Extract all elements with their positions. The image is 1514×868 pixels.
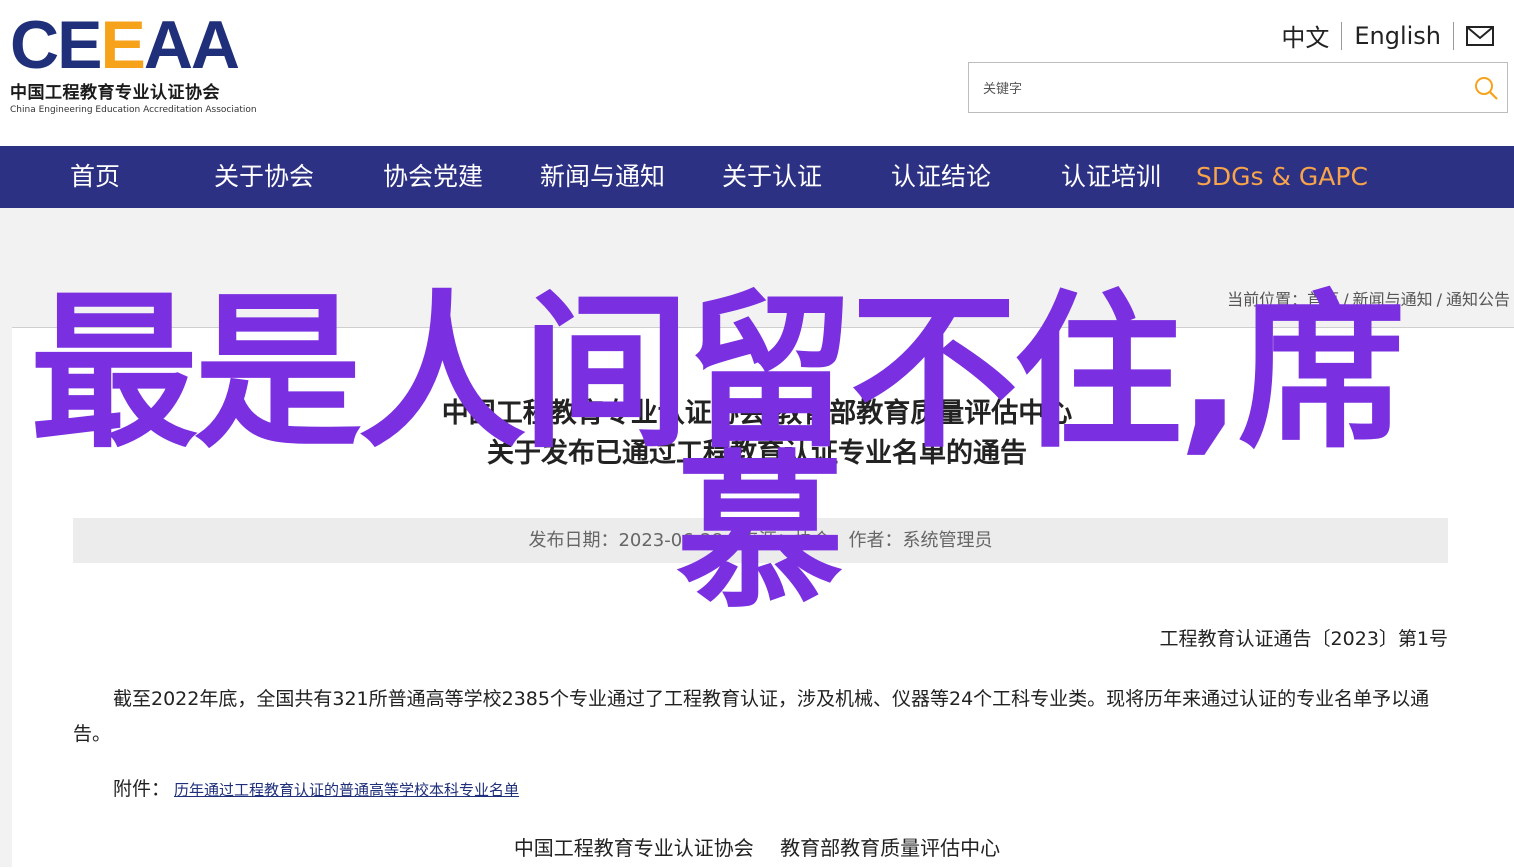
search-icon[interactable] — [1473, 75, 1499, 101]
site-logo[interactable]: CEEAA 中国工程教育专业认证协会 China Engineering Edu… — [10, 7, 270, 115]
logo-mark: CEEAA — [10, 7, 240, 83]
nav-item-home[interactable]: 首页 — [70, 146, 120, 208]
main-nav: 首页 关于协会 协会党建 新闻与通知 关于认证 认证结论 认证培训 SDGs &… — [0, 146, 1514, 208]
article-paragraph: 截至2022年底，全国共有321所普通高等学校2385个专业通过了工程教育认证，… — [73, 688, 1430, 745]
nav-item-results[interactable]: 认证结论 — [891, 146, 991, 208]
attachment-link[interactable]: 历年通过工程教育认证的普通高等学校本科专业名单 — [174, 781, 519, 799]
lang-english-link[interactable]: English — [1354, 22, 1441, 50]
article-signature: 中国工程教育专业认证协会 教育部教育质量评估中心 — [0, 832, 1514, 861]
attachment: 附件： 历年通过工程教育认证的普通高等学校本科专业名单 — [113, 774, 519, 801]
mail-icon[interactable] — [1466, 25, 1494, 47]
site-header: CEEAA 中国工程教育专业认证协会 China Engineering Edu… — [0, 0, 1514, 146]
language-bar: 中文 English — [1281, 18, 1494, 53]
search-box — [968, 62, 1508, 113]
breadcrumb-sep: / — [1436, 290, 1442, 309]
overlay-text-line2: 慕 — [676, 435, 844, 631]
nav-item-training[interactable]: 认证培训 — [1061, 146, 1161, 208]
article-author: 作者：系统管理员 — [848, 530, 993, 551]
search-input[interactable] — [981, 73, 1465, 105]
signature-org1: 中国工程教育专业认证协会 — [513, 836, 754, 860]
nav-item-accreditation[interactable]: 关于认证 — [722, 146, 822, 208]
divider — [1341, 21, 1343, 50]
logo-name-en: China Engineering Education Accreditatio… — [10, 105, 257, 115]
nav-item-party[interactable]: 协会党建 — [383, 146, 483, 208]
lang-chinese-link[interactable]: 中文 — [1281, 18, 1329, 53]
signature-org2: 教育部教育质量评估中心 — [780, 836, 1001, 860]
attachment-label: 附件： — [113, 778, 171, 800]
divider — [1453, 21, 1454, 50]
nav-item-sdgs[interactable]: SDGs & GAPC — [1196, 146, 1368, 208]
notice-number: 工程教育认证通告〔2023〕第1号 — [1159, 628, 1448, 650]
nav-item-news[interactable]: 新闻与通知 — [540, 146, 665, 208]
breadcrumb-notices[interactable]: 通知公告 — [1446, 290, 1510, 309]
nav-item-about[interactable]: 关于协会 — [214, 146, 314, 208]
